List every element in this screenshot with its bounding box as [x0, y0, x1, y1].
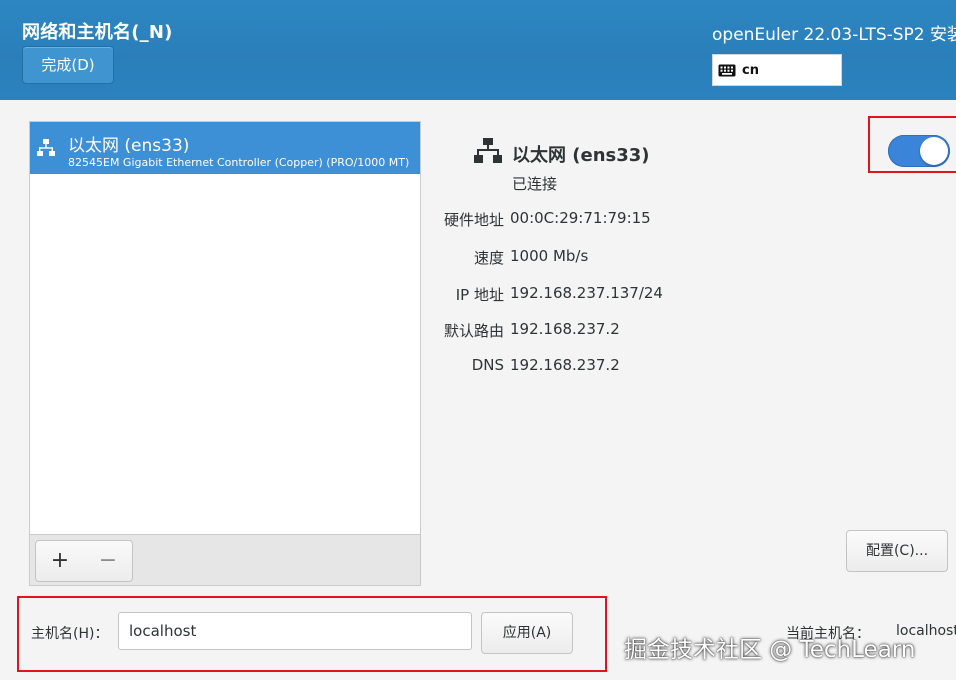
- hardware-address-label: 硬件地址: [443, 211, 504, 229]
- remove-device-button[interactable]: −: [84, 540, 133, 582]
- apply-hostname-button[interactable]: 应用(A): [481, 612, 573, 654]
- keyboard-icon: [718, 64, 736, 76]
- add-device-button[interactable]: +: [35, 540, 85, 582]
- default-route-label: 默认路由: [443, 322, 504, 340]
- detail-device-name: 以太网 (ens33): [512, 145, 650, 166]
- dns-value: 192.168.237.2: [510, 356, 620, 374]
- speed-label: 速度: [473, 249, 504, 267]
- speed-value: 1000 Mb/s: [510, 247, 589, 265]
- ip-address-label: IP 地址: [455, 286, 504, 304]
- keyboard-layout-indicator[interactable]: cn: [712, 54, 842, 86]
- hostname-label: 主机名(H)：: [31, 626, 109, 642]
- device-list-panel: 以太网 (ens33) 82545EM Gigabit Ethernet Con…: [29, 121, 421, 586]
- product-title: openEuler 22.03-LTS-SP2 安装: [712, 25, 956, 45]
- device-list-toolbar: + −: [30, 534, 420, 585]
- dns-label: DNS: [471, 356, 504, 374]
- ip-address-value: 192.168.237.137/24: [510, 284, 663, 302]
- header-bar: 网络和主机名(_N) 完成(D) openEuler 22.03-LTS-SP2…: [0, 0, 956, 100]
- toggle-knob: [920, 137, 948, 165]
- done-button[interactable]: 完成(D): [22, 46, 114, 84]
- hardware-address-value: 00:0C:29:71:79:15: [510, 209, 651, 227]
- connection-toggle-switch[interactable]: [888, 135, 950, 167]
- page-title: 网络和主机名(_N): [22, 22, 173, 43]
- device-name: 以太网 (ens33): [68, 136, 190, 156]
- device-list-item-ens33[interactable]: 以太网 (ens33) 82545EM Gigabit Ethernet Con…: [30, 122, 420, 174]
- hostname-input[interactable]: [118, 612, 472, 650]
- default-route-value: 192.168.237.2: [510, 320, 620, 338]
- keyboard-layout-label: cn: [742, 62, 759, 78]
- configure-button[interactable]: 配置(C)...: [846, 530, 948, 572]
- network-wired-icon: [474, 138, 502, 163]
- network-wired-icon: [37, 139, 55, 156]
- device-description: 82545EM Gigabit Ethernet Controller (Cop…: [68, 156, 410, 169]
- connection-status: 已连接: [512, 175, 558, 193]
- watermark: 掘金技术社区 @ TechLearn: [624, 637, 916, 663]
